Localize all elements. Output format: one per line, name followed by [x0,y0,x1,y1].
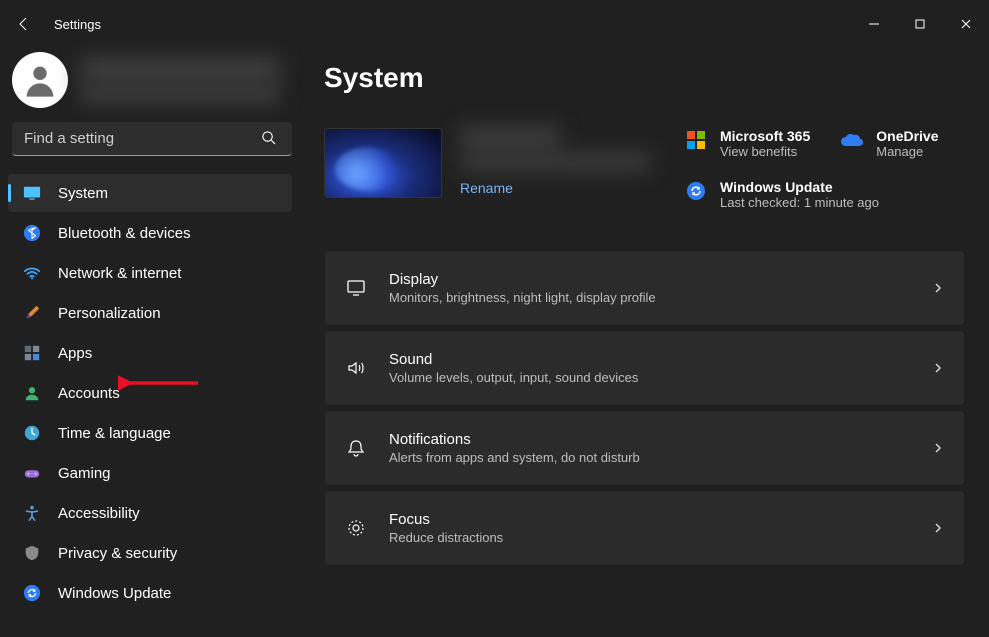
card-display[interactable]: Display Monitors, brightness, night ligh… [324,250,965,326]
page-title: System [324,62,965,94]
wifi-icon [22,263,42,283]
search-icon [261,130,276,145]
window-controls [851,0,989,48]
chevron-right-icon [932,442,944,454]
main: System Rename Microsoft 365 View benef [300,48,989,637]
sound-icon [345,357,367,379]
user-email-redacted [80,84,280,102]
sidebar-item-accessibility[interactable]: Accessibility [8,494,292,532]
settings-cards: Display Monitors, brightness, night ligh… [324,250,965,566]
bell-icon [345,437,367,459]
chevron-right-icon [932,362,944,374]
apps-icon [22,343,42,363]
maximize-button[interactable] [897,0,943,48]
back-button[interactable] [8,8,40,40]
gamepad-icon [22,463,42,483]
sidebar-item-label: Accounts [58,385,120,402]
person-icon [22,383,42,403]
sidebar-item-system[interactable]: System [8,174,292,212]
status-sub: Manage [876,144,938,159]
sidebar-item-bluetooth[interactable]: Bluetooth & devices [8,214,292,252]
shield-icon [22,543,42,563]
sidebar-item-label: Network & internet [58,265,181,282]
card-title: Focus [389,511,910,528]
sidebar: System Bluetooth & devices Network & int… [0,48,300,637]
search-input[interactable] [12,122,292,156]
card-focus[interactable]: Focus Reduce distractions [324,490,965,566]
chevron-right-icon [932,522,944,534]
status-m365[interactable]: Microsoft 365 View benefits [684,128,810,159]
device-name-redacted [460,128,560,148]
sidebar-item-label: Bluetooth & devices [58,225,191,242]
sidebar-item-label: Personalization [58,305,161,322]
paintbrush-icon [22,303,42,323]
status-title: OneDrive [876,128,938,144]
m365-icon [684,128,708,152]
app-title: Settings [54,17,101,32]
avatar [12,52,68,108]
system-icon [22,183,42,203]
sidebar-item-privacy[interactable]: Privacy & security [8,534,292,572]
sidebar-item-label: Accessibility [58,505,140,522]
sidebar-item-apps[interactable]: Apps [8,334,292,372]
focus-icon [345,517,367,539]
sidebar-item-label: Privacy & security [58,545,177,562]
status-sub: View benefits [720,144,810,159]
clock-icon [22,423,42,443]
sidebar-item-time[interactable]: Time & language [8,414,292,452]
card-sub: Alerts from apps and system, do not dist… [389,450,910,465]
status-onedrive[interactable]: OneDrive Manage [840,128,938,159]
sidebar-item-update[interactable]: Windows Update [8,574,292,612]
update-icon [22,583,42,603]
chevron-right-icon [932,282,944,294]
sidebar-item-gaming[interactable]: Gaming [8,454,292,492]
device-info-row: Rename Microsoft 365 View benefits [324,128,965,210]
minimize-button[interactable] [851,0,897,48]
device-thumbnail [324,128,442,198]
sidebar-item-network[interactable]: Network & internet [8,254,292,292]
close-button[interactable] [943,0,989,48]
card-sub: Reduce distractions [389,530,910,545]
status-windows-update[interactable]: Windows Update Last checked: 1 minute ag… [684,179,879,210]
bluetooth-icon [22,223,42,243]
card-notifications[interactable]: Notifications Alerts from apps and syste… [324,410,965,486]
display-icon [345,277,367,299]
card-title: Notifications [389,431,910,448]
onedrive-icon [840,128,864,152]
device-model-redacted [460,154,650,170]
user-name-redacted [80,58,280,80]
rename-link[interactable]: Rename [460,180,650,196]
accessibility-icon [22,503,42,523]
card-title: Display [389,271,910,288]
sidebar-item-label: Windows Update [58,585,171,602]
update-icon [684,179,708,203]
sidebar-item-personalization[interactable]: Personalization [8,294,292,332]
sidebar-item-label: System [58,185,108,202]
card-sub: Monitors, brightness, night light, displ… [389,290,910,305]
card-title: Sound [389,351,910,368]
status-title: Microsoft 365 [720,128,810,144]
sidebar-item-accounts[interactable]: Accounts [8,374,292,412]
card-sound[interactable]: Sound Volume levels, output, input, soun… [324,330,965,406]
user-block[interactable] [8,48,292,122]
status-sub: Last checked: 1 minute ago [720,195,879,210]
sidebar-item-label: Time & language [58,425,171,442]
titlebar: Settings [0,0,989,48]
sidebar-item-label: Apps [58,345,92,362]
nav: System Bluetooth & devices Network & int… [8,174,292,612]
status-title: Windows Update [720,179,879,195]
search-wrap [8,122,292,156]
card-sub: Volume levels, output, input, sound devi… [389,370,910,385]
sidebar-item-label: Gaming [58,465,111,482]
